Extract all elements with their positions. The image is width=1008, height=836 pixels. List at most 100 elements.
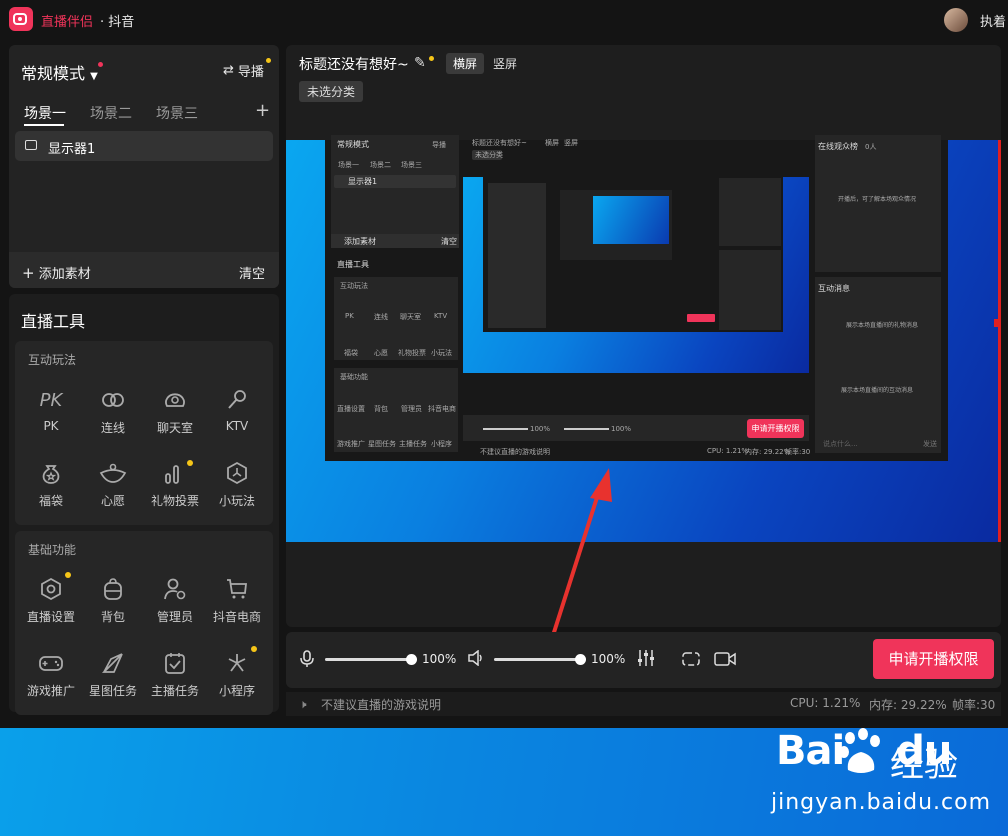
nested-tool: 聊天室: [400, 313, 421, 321]
canvas-border: [998, 140, 1001, 542]
admin-icon: [143, 574, 207, 604]
tool-star-map[interactable]: 星图任务: [81, 648, 145, 699]
nested-level2-right: [719, 178, 781, 246]
nested-audience-empty: 开播后，可了解本场观众情况: [838, 196, 917, 203]
edit-icon[interactable]: ✎: [414, 55, 426, 71]
nested-level2-right2: [719, 250, 781, 330]
tool-label: 连线: [100, 421, 125, 435]
tool-link[interactable]: 连线: [81, 385, 145, 436]
tool-label: KTV: [225, 419, 249, 433]
tool-label: 福袋: [38, 494, 63, 508]
avatar[interactable]: [944, 8, 968, 32]
link-icon: [81, 385, 145, 415]
category-tag[interactable]: 未选分类: [299, 81, 364, 102]
tool-live-settings[interactable]: 直播设置: [19, 572, 83, 625]
tool-lucky-bag[interactable]: 福袋: [19, 458, 83, 509]
microphone-icon: [205, 385, 269, 415]
mode-selector[interactable]: 常规模式 ▼: [21, 60, 98, 84]
record-icon[interactable]: [714, 650, 736, 672]
nested-title: 标题还没有想好~: [472, 139, 527, 147]
camera-switch-icon[interactable]: [681, 650, 701, 672]
user-name[interactable]: 执着: [980, 11, 1006, 30]
nested-mic-track: [483, 428, 528, 430]
app-platform: · 抖音: [100, 15, 135, 30]
nested-interact-title: 互动玩法: [340, 282, 368, 290]
resize-handle[interactable]: [994, 319, 1000, 327]
tool-mini-game[interactable]: 小玩法: [205, 458, 269, 509]
cpu-usage: CPU: 1.21%: [790, 696, 861, 710]
tab-scene-2[interactable]: 场景二: [90, 103, 132, 123]
mode-label: 常规模式: [21, 64, 86, 83]
active-tab-indicator: [24, 124, 64, 126]
nested-send: 发送: [923, 440, 937, 448]
gamepad-icon: [19, 648, 83, 678]
tool-admin[interactable]: 管理员: [143, 574, 207, 625]
tool-backpack[interactable]: 背包: [81, 574, 145, 625]
nested-apply-live: 申请开播权限: [747, 419, 804, 438]
nested-tool: 管理员: [401, 405, 422, 413]
tool-label: 礼物投票: [150, 494, 199, 508]
nested-tool: PK: [345, 312, 354, 320]
speaker-volume-knob[interactable]: [575, 654, 586, 665]
tool-label: 聊天室: [156, 421, 193, 435]
watermark-url: jingyan.baidu.com: [771, 790, 992, 815]
mixer-icon[interactable]: [637, 649, 655, 671]
nested-tool: 小程序: [431, 440, 452, 448]
nested-level2-live-btn: [687, 314, 715, 322]
tab-scene-1[interactable]: 场景一: [24, 103, 66, 123]
watermark-cn: 经验: [890, 745, 958, 785]
tool-ktv[interactable]: KTV: [205, 385, 269, 433]
guide-button[interactable]: ⇄ 导播: [223, 61, 264, 80]
tool-gift-vote[interactable]: 礼物投票: [143, 458, 207, 509]
nested-tool: KTV: [434, 312, 448, 320]
mic-volume-knob[interactable]: [406, 654, 417, 665]
microphone-icon[interactable]: [300, 650, 314, 672]
tool-chatroom[interactable]: 聊天室: [143, 385, 207, 436]
nested-tab: 场景二: [370, 161, 391, 169]
frame-rate: 帧率:30: [952, 698, 996, 712]
nested-mic-value: 100%: [530, 425, 551, 433]
tool-wish[interactable]: 心愿: [81, 458, 145, 509]
add-scene-button[interactable]: +: [255, 100, 270, 121]
tool-pk[interactable]: PK PK: [19, 385, 83, 434]
nested-tab: 场景三: [401, 161, 422, 169]
nested-level3-canvas: [593, 196, 669, 244]
nested-tool: 星图任务: [368, 440, 396, 448]
mode-notice-dot: [98, 62, 103, 67]
guide-notice-dot: [266, 58, 271, 63]
tool-label: 主播任务: [150, 684, 199, 698]
speaker-icon[interactable]: [467, 649, 485, 670]
game-tip-link[interactable]: 不建议直播的游戏说明: [321, 696, 441, 713]
portrait-button[interactable]: 竖屏: [488, 53, 522, 74]
nested-landscape: 横屏: [545, 139, 559, 147]
add-material-button[interactable]: + 添加素材: [22, 263, 91, 282]
source-label: 显示器1: [48, 142, 96, 157]
speaker-volume-slider[interactable]: [494, 658, 582, 661]
tools-title: 直播工具: [21, 312, 86, 331]
tool-label: 背包: [100, 610, 125, 624]
tool-ecommerce[interactable]: 抖音电商: [205, 574, 269, 625]
tool-mini-program[interactable]: 小程序: [205, 646, 269, 699]
live-title[interactable]: 标题还没有想好~: [299, 54, 409, 74]
plus-icon: +: [22, 264, 35, 282]
mic-volume-slider[interactable]: [325, 658, 413, 661]
clear-button[interactable]: 清空: [239, 263, 265, 282]
nested-tab: 场景一: [338, 161, 359, 169]
tool-game-promo[interactable]: 游戏推广: [19, 648, 83, 699]
nested-scene-panel: [331, 135, 459, 248]
nested-category: 未选分类: [475, 151, 503, 159]
tool-anchor-task[interactable]: 主播任务: [143, 648, 207, 699]
apply-live-permission-button[interactable]: 申请开播权限: [873, 639, 994, 679]
landscape-button[interactable]: 横屏: [446, 53, 485, 74]
nested-tool: 礼物投票: [398, 349, 426, 357]
nested-tool: 福袋: [344, 349, 358, 357]
nested-memory: 内存: 29.22%: [745, 448, 791, 456]
nested-audience-count: 0人: [865, 143, 877, 151]
nested-chat-placeholder: 说点什么...: [823, 440, 858, 448]
chatroom-icon: [143, 385, 207, 415]
nested-tool: 主播任务: [399, 440, 427, 448]
nested-guide: 导播: [432, 141, 446, 149]
nested-tool: 抖音电商: [428, 405, 456, 413]
interact-group-title: 互动玩法: [28, 353, 77, 367]
tab-scene-3[interactable]: 场景三: [156, 103, 198, 123]
